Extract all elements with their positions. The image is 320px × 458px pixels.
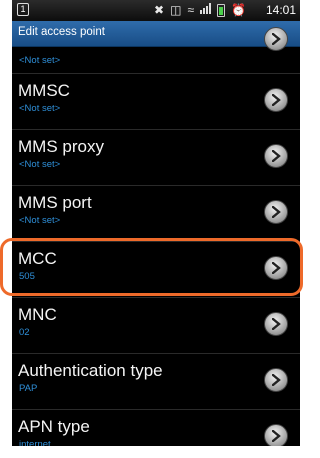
- chevron-right-icon[interactable]: [264, 424, 288, 446]
- item-title: MNC: [18, 305, 57, 324]
- notification-badge: 1: [17, 3, 29, 16]
- status-icons: ✖ ◫ ≈ ⏰: [154, 2, 246, 18]
- alarm-icon: ⏰: [231, 3, 246, 17]
- chevron-right-icon[interactable]: [264, 88, 288, 112]
- list-item-mmsc[interactable]: MMSC <Not set>: [12, 74, 300, 130]
- sync-icon: ◫: [170, 3, 182, 17]
- list-item-mms-port[interactable]: MMS port <Not set>: [12, 186, 300, 242]
- status-time: 14:01: [265, 3, 296, 17]
- item-value: internet: [19, 439, 51, 446]
- item-value: <Not set>: [19, 215, 61, 226]
- status-bar: 1 ✖ ◫ ≈ ⏰ 14:01: [12, 0, 300, 21]
- item-title: MMS port: [18, 193, 92, 212]
- list-item-partial[interactable]: <Not set>: [12, 27, 300, 74]
- signal-icon: [200, 2, 212, 18]
- list-item-mnc[interactable]: MNC 02: [12, 298, 300, 354]
- item-value: <Not set>: [19, 103, 61, 114]
- battery-icon: [217, 4, 226, 17]
- item-value: PAP: [19, 383, 38, 394]
- highlight-outline-mcc: [0, 238, 303, 296]
- chevron-right-icon[interactable]: [264, 312, 288, 336]
- item-value: <Not set>: [19, 55, 61, 66]
- mute-icon: ✖: [154, 3, 165, 17]
- list-item-authentication-type[interactable]: Authentication type PAP: [12, 354, 300, 410]
- chevron-right-icon[interactable]: [264, 368, 288, 392]
- item-title: MMSC: [18, 81, 70, 100]
- item-value: 02: [19, 327, 30, 338]
- item-title: APN type: [18, 417, 90, 436]
- item-title: Authentication type: [18, 361, 163, 380]
- item-value: <Not set>: [19, 159, 61, 170]
- chevron-right-icon[interactable]: [264, 144, 288, 168]
- chevron-right-icon[interactable]: [264, 27, 288, 51]
- list-item-apn-type[interactable]: APN type internet: [12, 410, 300, 446]
- chevron-right-icon[interactable]: [264, 200, 288, 224]
- item-title: MMS proxy: [18, 137, 104, 156]
- list-item-mms-proxy[interactable]: MMS proxy <Not set>: [12, 130, 300, 186]
- phone-screen: 1 ✖ ◫ ≈ ⏰ 14:01 Edit access point <Not s…: [12, 0, 300, 446]
- wifi-icon: ≈: [187, 3, 195, 17]
